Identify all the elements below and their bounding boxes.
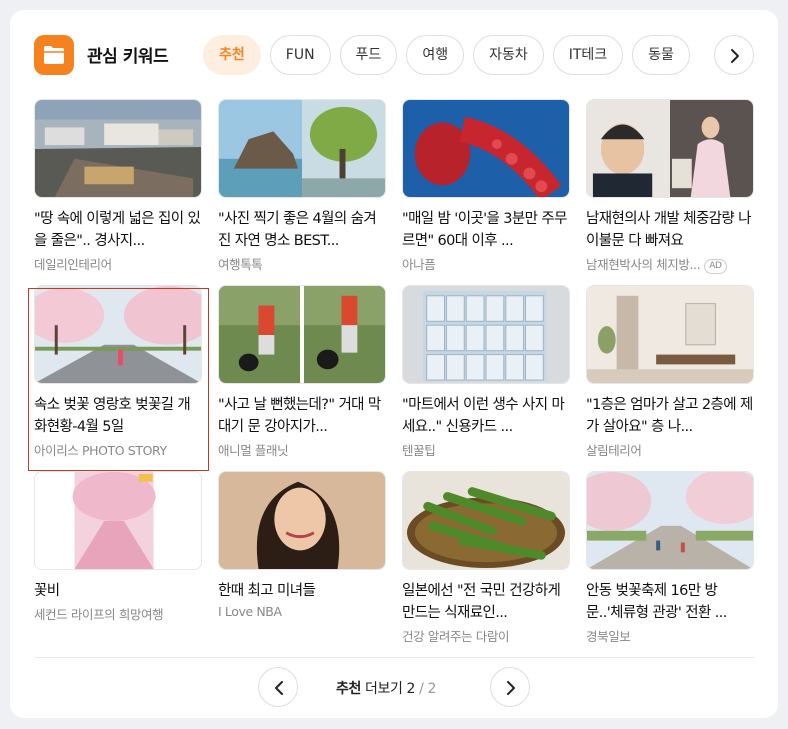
folder-icon: [34, 35, 74, 75]
list-item[interactable]: "땅 속에 이렇게 넓은 집이 있을 줄은".. 경사지... 데일리인테리어: [34, 99, 202, 273]
article-thumbnail: [586, 471, 754, 570]
list-item[interactable]: "사진 찍기 좋은 4월의 숨겨진 자연 명소 BEST... 여행톡톡: [218, 99, 386, 273]
article-source: 건강 알려주는 다람이: [402, 629, 510, 644]
article-thumbnail: [402, 471, 570, 570]
article-source-name: 남재현박사의 체지방...: [586, 257, 701, 272]
chip-animal[interactable]: 동물: [632, 35, 690, 75]
list-item[interactable]: 남재현의사 개발 체중감량 나이불문 다 빠져요 남재현박사의 체지방... AD: [586, 99, 754, 274]
article-source: 아이리스 PHOTO STORY: [34, 443, 167, 458]
article-headline: "사진 찍기 좋은 4월의 숨겨진 자연 명소 BEST...: [218, 211, 377, 249]
chip-it-tech[interactable]: IT테크: [552, 35, 624, 75]
list-item[interactable]: 일본에선 "전 국민 건강하게 만드는 식재료인... 건강 알려주는 다람이: [402, 471, 570, 645]
article-source: 경북일보: [586, 629, 631, 644]
pager-text: 추천 더보기 2 / 2: [336, 678, 436, 698]
header: 관심 키워드 추천 FUN 푸드 여행 자동차 IT테크 동물: [10, 10, 778, 100]
article-headline: "땅 속에 이렇게 넓은 집이 있을 줄은".. 경사지...: [34, 211, 201, 249]
pager-total: 2: [427, 681, 437, 697]
article-source: I Love NBA: [218, 604, 282, 619]
article-thumbnail: [218, 285, 386, 384]
article-source: 여행톡톡: [218, 257, 263, 272]
next-page-button[interactable]: [490, 667, 530, 707]
list-item[interactable]: 안동 벚꽃축제 16만 방문..'체류형 관광' 전환 ... 경북일보: [586, 471, 754, 645]
article-headline: "마트에서 이런 생수 사지 마세요.." 신용카드 ...: [402, 397, 565, 435]
pager-sep: /: [419, 681, 424, 697]
chip-food[interactable]: 푸드: [339, 35, 398, 75]
article-headline: "매일 밤 '이곳'을 3분만 주무르면" 60대 이후 ...: [402, 211, 568, 249]
list-item[interactable]: 꽃비 세컨드 라이프의 희망여행: [34, 471, 202, 623]
article-headline: 속소 벚꽃 영랑호 벚꽃길 개화현황-4월 5일: [34, 397, 191, 435]
article-source: 애니멀 플래닛: [218, 443, 289, 458]
article-headline: "1층은 엄마가 살고 2층에 제가 살아요" 층 나...: [586, 397, 753, 435]
article-thumbnail: [218, 471, 386, 570]
pager-current: 2: [406, 681, 416, 697]
article-headline: 꽃비: [34, 583, 60, 599]
article-source: 데일리인테리어: [34, 257, 112, 272]
article-headline: 일본에선 "전 국민 건강하게 만드는 식재료인...: [402, 583, 561, 621]
article-source: 남재현박사의 체지방... AD: [586, 254, 754, 274]
pager-more: 더보기: [365, 681, 403, 697]
chevron-left-icon: [275, 681, 283, 695]
article-thumbnail: [34, 471, 202, 570]
keyword-chips: 추천 FUN 푸드 여행 자동차 IT테크 동물: [203, 35, 708, 75]
article-headline: 한때 최고 미녀들: [218, 583, 316, 599]
article-thumbnail: [402, 285, 570, 384]
keyword-card: 관심 키워드 추천 FUN 푸드 여행 자동차 IT테크 동물 "땅 속에 이렇…: [10, 10, 778, 718]
article-headline: 남재현의사 개발 체중감량 나이불문 다 빠져요: [586, 211, 752, 249]
list-item[interactable]: "사고 날 뻔했는데?" 거대 막대기 문 강아지가... 애니멀 플래닛: [218, 285, 386, 459]
article-thumbnail: [34, 99, 202, 198]
list-item[interactable]: 속소 벚꽃 영랑호 벚꽃길 개화현황-4월 5일 아이리스 PHOTO STOR…: [34, 285, 202, 459]
chip-travel[interactable]: 여행: [406, 35, 465, 75]
divider: [34, 657, 754, 658]
section-title: 관심 키워드: [87, 47, 169, 67]
article-thumbnail: [402, 99, 570, 198]
article-thumbnail: [586, 285, 754, 384]
article-source: 아나픔: [402, 257, 436, 272]
article-thumbnail: [586, 99, 754, 198]
chip-recommended[interactable]: 추천: [203, 35, 261, 75]
chips-next-button[interactable]: [714, 35, 754, 75]
article-thumbnail: [218, 99, 386, 198]
list-item[interactable]: "1층은 엄마가 살고 2층에 제가 살아요" 층 나... 살림테리어: [586, 285, 754, 459]
pagination: 추천 더보기 2 / 2: [10, 667, 778, 711]
ad-badge: AD: [704, 259, 727, 274]
pager-label: 추천: [336, 681, 361, 697]
article-source: 살림테리어: [586, 443, 642, 458]
chip-car[interactable]: 자동차: [473, 35, 544, 75]
article-source: 세컨드 라이프의 희망여행: [34, 607, 164, 622]
article-headline: "사고 날 뻔했는데?" 거대 막대기 문 강아지가...: [218, 397, 381, 435]
article-headline: 안동 벚꽃축제 16만 방문..'체류형 관광' 전환 ...: [586, 583, 727, 621]
article-thumbnail: [34, 285, 202, 384]
chevron-right-icon: [507, 681, 515, 695]
article-source: 텐꿀팁: [402, 443, 436, 458]
chevron-right-icon: [731, 49, 739, 63]
prev-page-button[interactable]: [258, 667, 298, 707]
list-item[interactable]: "매일 밤 '이곳'을 3분만 주무르면" 60대 이후 ... 아나픔: [402, 99, 570, 273]
list-item[interactable]: "마트에서 이런 생수 사지 마세요.." 신용카드 ... 텐꿀팁: [402, 285, 570, 459]
chip-fun[interactable]: FUN: [269, 35, 331, 75]
list-item[interactable]: 한때 최고 미녀들 I Love NBA: [218, 471, 386, 619]
